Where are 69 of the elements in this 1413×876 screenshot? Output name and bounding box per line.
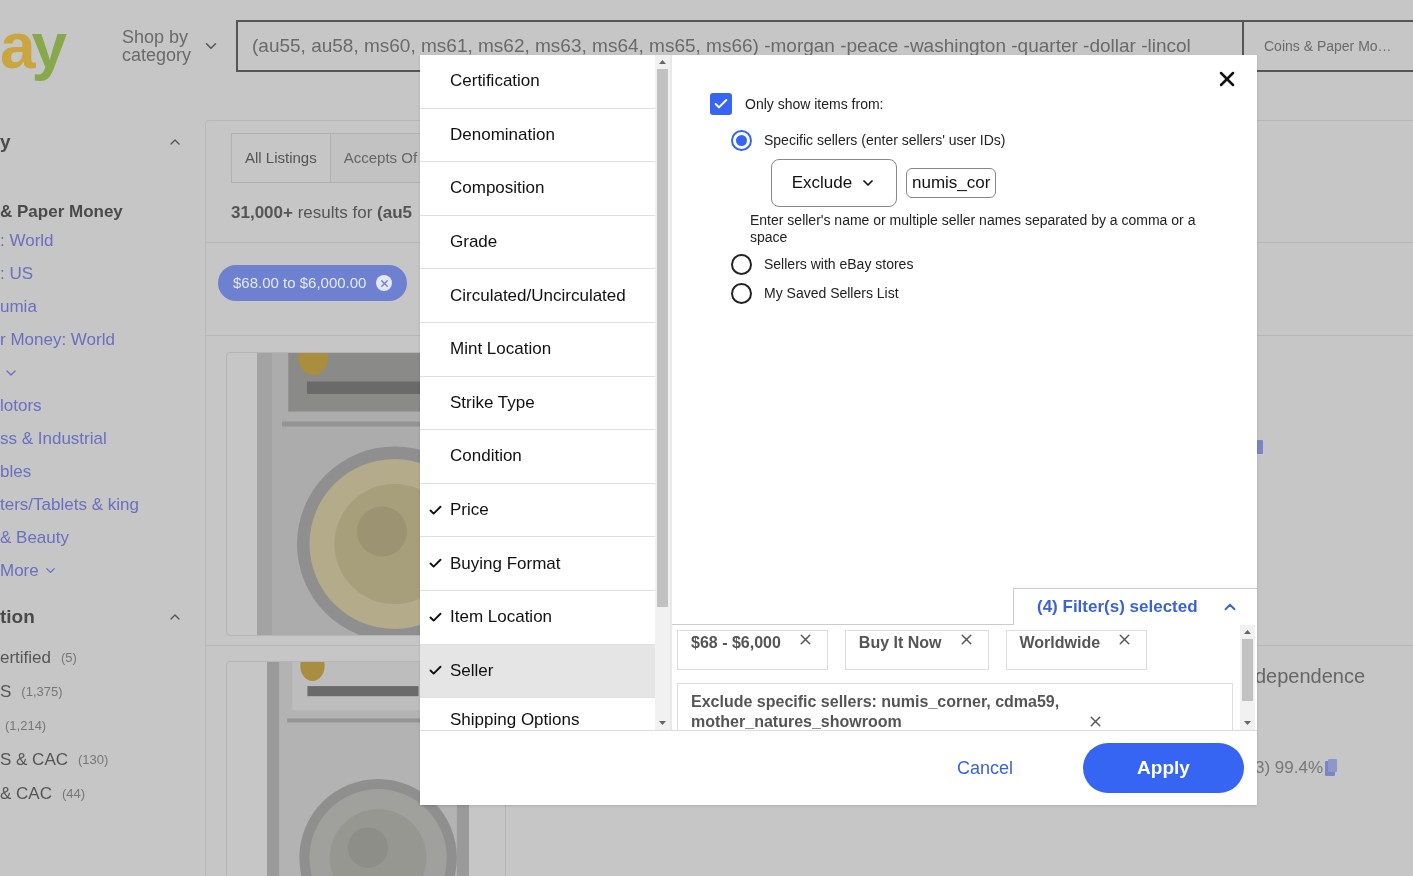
apply-button[interactable]: Apply xyxy=(1083,743,1244,793)
option-count: (5) xyxy=(61,649,77,668)
filter-category[interactable]: Circulated/Uncirculated xyxy=(420,269,655,323)
listing-title[interactable]: dependence xyxy=(1255,661,1413,691)
filter-category[interactable]: Certification xyxy=(420,55,655,109)
radio-button[interactable] xyxy=(731,283,752,304)
category-link[interactable]: r Money: World xyxy=(0,329,150,350)
filter-chip[interactable]: $68 - $6,000 xyxy=(677,630,828,670)
category-link[interactable]: lotors xyxy=(0,395,150,416)
remove-icon xyxy=(376,275,393,291)
section-heading: y xyxy=(0,129,11,154)
option-count: (44) xyxy=(61,785,86,804)
option-count: (1,375) xyxy=(21,683,63,702)
chip-label: Exclude specific sellers: numis_corner, cdma59, mother_natures_showroom xyxy=(691,692,1061,730)
scrollbar[interactable] xyxy=(1240,625,1255,730)
filter-category[interactable]: Composition xyxy=(420,162,655,216)
filter-category[interactable]: Mint Location xyxy=(420,322,655,377)
listing-tab[interactable]: All Listings xyxy=(231,133,331,183)
seller-id-field[interactable]: numis_cor xyxy=(906,168,997,198)
filter-category[interactable]: Seller xyxy=(420,644,655,699)
scroll-down-icon[interactable] xyxy=(659,721,666,725)
filter-category[interactable]: Item Location xyxy=(420,590,655,645)
results-count: 31,000+ results for (au5 xyxy=(231,202,412,224)
filter-option[interactable]: & CAC xyxy=(0,781,52,807)
scroll-down-icon[interactable] xyxy=(1244,721,1251,725)
radio-button[interactable] xyxy=(731,130,752,151)
scroll-up-icon[interactable] xyxy=(659,60,666,64)
filter-category[interactable]: Denomination xyxy=(420,108,655,163)
filter-chip[interactable]: Exclude specific sellers: numis_corner, cdma59, mother_natures_showroom xyxy=(677,683,1233,730)
checkbox[interactable] xyxy=(710,93,732,115)
category-link[interactable]: ters/Tablets & king xyxy=(0,494,150,515)
filter-category[interactable]: Strike Type xyxy=(420,376,655,431)
chip-label: $68 - $6,000 xyxy=(691,633,781,653)
filter-option[interactable]: ertified xyxy=(0,645,52,671)
document-icon xyxy=(1325,759,1338,777)
scrollbar[interactable] xyxy=(655,55,670,730)
shop-by-category-button[interactable]: Shop by category xyxy=(122,28,220,64)
filter-category[interactable]: Condition xyxy=(420,430,655,484)
helper-text: Enter seller's name or multiple seller names separated by a comma or a space xyxy=(750,212,1197,246)
more-link[interactable]: More xyxy=(0,557,39,584)
section-heading: tion xyxy=(0,604,35,629)
filter-category[interactable]: Price xyxy=(420,483,655,538)
radio-label: Specific sellers (enter sellers' user IDs) xyxy=(764,131,1006,150)
filter-category[interactable]: Grade xyxy=(420,215,655,270)
option-count: (130) xyxy=(78,751,109,770)
option-count: (1,214) xyxy=(5,717,47,736)
category-link[interactable]: bles xyxy=(0,461,150,482)
chip-label: Buy It Now xyxy=(858,633,942,653)
category-link[interactable]: : World xyxy=(0,230,150,251)
filter-chip[interactable]: Worldwide xyxy=(1005,630,1148,670)
price-filter-chip[interactable]: $68.00 to $6,000.00 xyxy=(218,265,408,301)
filter-chip[interactable]: Buy It Now xyxy=(844,630,989,670)
category-link[interactable]: ss & Industrial xyxy=(0,428,150,449)
radio-label: My Saved Sellers List xyxy=(764,284,899,303)
radio-button[interactable] xyxy=(731,254,752,275)
cancel-button[interactable]: Cancel xyxy=(936,748,1033,788)
exclude-dropdown[interactable]: Exclude xyxy=(771,159,897,207)
filter-option[interactable]: S & CAC xyxy=(0,747,69,773)
filters-selected-toggle[interactable]: (4) Filter(s) selected xyxy=(1013,588,1257,625)
checkbox-label: Only show items from: xyxy=(745,94,884,114)
category-link[interactable]: : US xyxy=(0,263,150,284)
radio-label: Sellers with eBay stores xyxy=(764,255,914,274)
scroll-up-icon[interactable] xyxy=(1244,630,1251,634)
filter-category[interactable]: Buying Format xyxy=(420,537,655,591)
category-link[interactable]: umia xyxy=(0,296,150,317)
filter-option[interactable]: S xyxy=(0,679,12,705)
category-title: & Paper Money xyxy=(0,200,123,223)
chip-label: Worldwide xyxy=(1019,633,1101,653)
category-link[interactable]: & Beauty xyxy=(0,527,150,548)
